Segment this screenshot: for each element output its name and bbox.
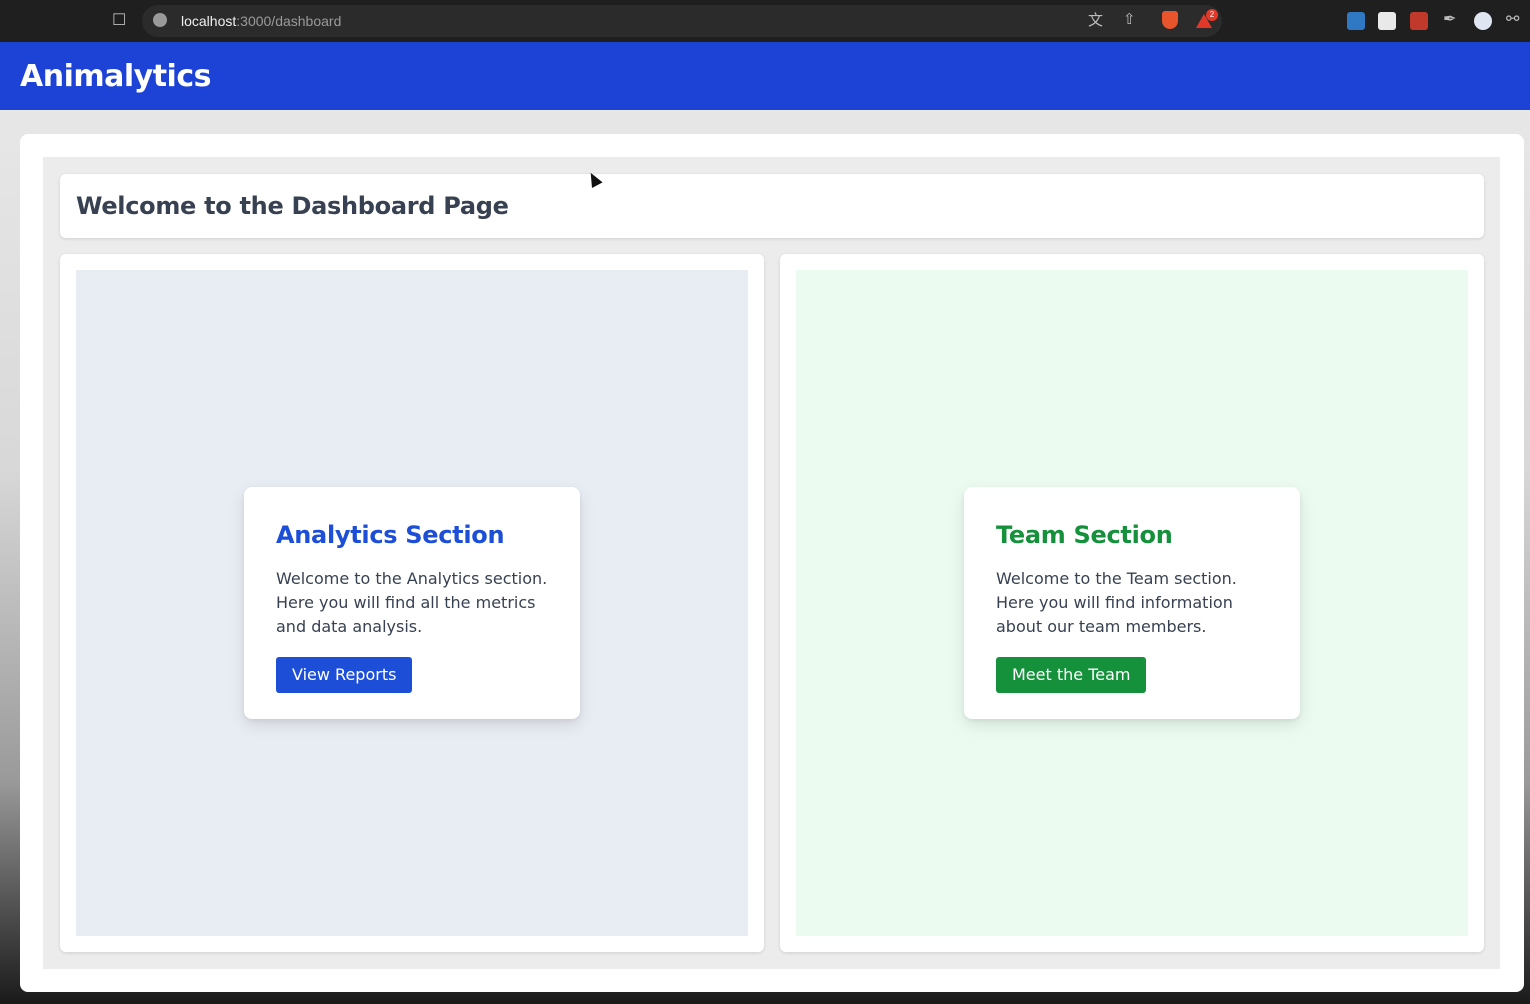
app-header: Animalytics	[0, 42, 1530, 110]
brand-title[interactable]: Animalytics	[20, 59, 211, 94]
meet-the-team-button[interactable]: Meet the Team	[996, 657, 1147, 693]
browser-toolbar: ☐ localhost:3000/dashboard 文 ⇧ 2 ✒ ⚯	[0, 0, 1530, 42]
share-icon[interactable]: ⇧	[1123, 12, 1136, 27]
welcome-card: Welcome to the Dashboard Page	[60, 174, 1484, 238]
url-host: localhost	[181, 13, 237, 29]
bookmark-icon[interactable]: ☐	[112, 13, 126, 29]
translate-icon[interactable]: 文	[1088, 13, 1103, 28]
eyedropper-icon[interactable]: ✒	[1443, 12, 1456, 28]
extension-icon[interactable]	[1410, 12, 1428, 30]
rewards-badge: 2	[1206, 9, 1218, 21]
site-info-icon[interactable]	[153, 13, 167, 27]
brave-shield-icon[interactable]	[1162, 11, 1178, 29]
url-text[interactable]: localhost:3000/dashboard	[181, 13, 341, 29]
team-card: Team Section Welcome to the Team section…	[964, 487, 1300, 719]
url-path: :3000/dashboard	[236, 13, 342, 29]
puzzle-icon[interactable]: ⚯	[1506, 12, 1519, 28]
extension-icon[interactable]	[1474, 12, 1492, 30]
analytics-description: Welcome to the Analytics section. Here y…	[276, 569, 548, 636]
view-reports-button[interactable]: View Reports	[276, 657, 413, 693]
page-title: Welcome to the Dashboard Page	[76, 192, 509, 220]
team-panel-background: Team Section Welcome to the Team section…	[796, 270, 1468, 936]
analytics-panel-background: Analytics Section Welcome to the Analyti…	[76, 270, 748, 936]
extension-icon[interactable]	[1347, 12, 1365, 30]
team-description: Welcome to the Team section. Here you wi…	[996, 569, 1237, 636]
analytics-title: Analytics Section	[276, 521, 505, 549]
extension-icon[interactable]	[1378, 12, 1396, 30]
analytics-card: Analytics Section Welcome to the Analyti…	[244, 487, 580, 719]
team-panel: Team Section Welcome to the Team section…	[780, 254, 1484, 952]
analytics-panel: Analytics Section Welcome to the Analyti…	[60, 254, 764, 952]
team-title: Team Section	[996, 521, 1173, 549]
